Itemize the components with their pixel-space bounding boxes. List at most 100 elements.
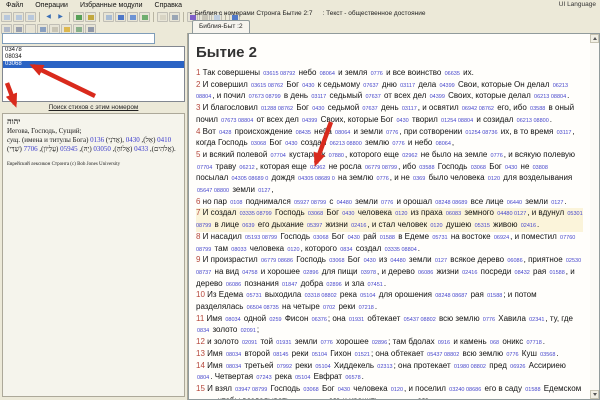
- strong-number-link[interactable]: 01588: [487, 293, 502, 299]
- strong-number-link[interactable]: 06440: [507, 200, 522, 206]
- strong-number-link[interactable]: 07718: [526, 340, 541, 346]
- strong-number-link[interactable]: 05437 08802: [427, 352, 459, 358]
- verse-number[interactable]: 10: [196, 290, 207, 299]
- scroll-up-button[interactable]: [590, 34, 599, 43]
- menu-item-1[interactable]: Операции: [29, 2, 74, 9]
- copy-icon[interactable]: [103, 12, 114, 22]
- strong-number-link[interactable]: 0120: [395, 211, 407, 217]
- strong-number-link[interactable]: 02341: [529, 317, 544, 323]
- page-icon[interactable]: [25, 24, 36, 34]
- bookmarks-icon[interactable]: [85, 24, 96, 34]
- strong-number-link[interactable]: 02896: [372, 340, 387, 346]
- strong-number-link[interactable]: 05193 08799: [245, 235, 277, 241]
- strong-number-link[interactable]: 0430: [505, 165, 517, 171]
- strong-number-link[interactable]: 0430: [312, 106, 324, 112]
- strong-number-link[interactable]: 08248 08689: [435, 200, 467, 206]
- strong-number-link[interactable]: 05927 08799: [294, 200, 326, 206]
- strong-number-link[interactable]: 0776: [506, 352, 518, 358]
- strong-number-link[interactable]: 06926: [510, 364, 525, 370]
- strong-number-link[interactable]: 01931: [276, 340, 291, 346]
- tile-windows-icon[interactable]: [13, 12, 24, 22]
- strong-number-link[interactable]: 0120: [391, 387, 403, 393]
- strong-number-link[interactable]: 03615 08792: [263, 71, 295, 77]
- strong-number-link[interactable]: 08248 08687: [435, 293, 467, 299]
- strong-number-link[interactable]: 06212: [239, 165, 254, 171]
- strong-number-link[interactable]: 0916: [438, 340, 450, 346]
- strong-number-link[interactable]: 01521: [355, 352, 370, 358]
- strong-number-link[interactable]: 03117: [400, 83, 415, 89]
- strong-number-link[interactable]: 06086: [507, 258, 522, 264]
- strong-number-link[interactable]: 05104: [315, 364, 330, 370]
- strong-number-link[interactable]: 03568: [540, 352, 555, 358]
- strong-number-link[interactable]: 01980 08802: [454, 364, 486, 370]
- strong-number-item-08034[interactable]: 08034: [3, 54, 184, 61]
- strong-number-link[interactable]: 01588: [380, 235, 395, 241]
- strong-number-link[interactable]: 08432: [515, 270, 530, 276]
- strong-number-link[interactable]: 07880: [329, 153, 344, 159]
- lexicon-ref-link[interactable]: 05945: [60, 145, 78, 153]
- strong-number-link[interactable]: 068: [490, 340, 499, 346]
- strong-number-link[interactable]: 0776: [371, 71, 383, 77]
- strong-number-link[interactable]: 03808: [533, 165, 548, 171]
- strong-number-link[interactable]: 0127: [551, 200, 563, 206]
- strong-number-link[interactable]: 06504 08735: [247, 305, 279, 311]
- strong-number-link[interactable]: 0834: [340, 247, 352, 253]
- strong-number-link[interactable]: 03335 08799: [240, 211, 272, 217]
- strong-number-link[interactable]: 08145: [273, 352, 288, 358]
- tree-view-icon[interactable]: [73, 24, 84, 34]
- strong-number-item-03068[interactable]: 03068: [3, 61, 184, 68]
- strong-number-link[interactable]: 05315: [475, 223, 490, 229]
- strong-number-link[interactable]: 03117: [557, 130, 572, 136]
- strong-numbers-list[interactable]: 034780803403068: [2, 46, 185, 102]
- menu-item-0[interactable]: Файл: [0, 2, 29, 9]
- strong-number-link[interactable]: 07637: [366, 94, 381, 100]
- strong-number-link[interactable]: 0428: [219, 130, 231, 136]
- strong-number-link[interactable]: 02313: [377, 364, 392, 370]
- strong-number-link[interactable]: 03240 08686: [449, 387, 481, 393]
- vertical-scrollbar[interactable]: [590, 34, 599, 399]
- strong-number-link[interactable]: 05731: [246, 293, 261, 299]
- lexicon-ref-link[interactable]: 7706: [24, 145, 38, 153]
- dictionary-icon[interactable]: [1, 24, 12, 34]
- strong-number-link[interactable]: 05647 08800: [197, 188, 229, 194]
- strong-number-link[interactable]: 0776: [483, 317, 495, 323]
- verse-number[interactable]: 9: [196, 255, 203, 264]
- strong-number-link[interactable]: 0776: [491, 153, 503, 159]
- strong-number-link[interactable]: 03978: [361, 270, 376, 276]
- strong-number-link[interactable]: 04305 08689 0: [232, 176, 269, 182]
- strong-number-link[interactable]: 07673 08799: [249, 94, 281, 100]
- strong-number-link[interactable]: 08435: [296, 130, 311, 136]
- strong-number-input[interactable]: [2, 33, 155, 44]
- strong-number-link[interactable]: 03068: [308, 211, 323, 217]
- strong-number-link[interactable]: 03068: [471, 165, 486, 171]
- verse-number[interactable]: 14: [196, 361, 207, 370]
- print-icon[interactable]: [169, 12, 180, 22]
- strong-number-link[interactable]: 03068: [303, 387, 318, 393]
- strong-number-link[interactable]: 04399: [302, 118, 317, 124]
- cross-reference-icon[interactable]: [37, 24, 48, 34]
- strong-number-link[interactable]: 03117: [311, 94, 326, 100]
- strong-number-link[interactable]: 0430: [342, 211, 354, 217]
- ui-language-button[interactable]: UI Language: [559, 1, 596, 8]
- strong-number-link[interactable]: 04399: [439, 83, 454, 89]
- strong-number-link[interactable]: 06578: [345, 375, 360, 381]
- strong-number-link[interactable]: 07637: [362, 106, 377, 112]
- notes-icon[interactable]: [157, 12, 168, 22]
- strong-number-link[interactable]: 07451: [368, 282, 383, 288]
- strong-number-link[interactable]: 0430: [396, 118, 408, 124]
- strong-number-link[interactable]: 03068: [329, 258, 344, 264]
- strong-number-link[interactable]: 07704: [197, 165, 212, 171]
- strong-number-link[interactable]: 0369: [413, 176, 425, 182]
- strong-number-link[interactable]: 0430: [348, 235, 360, 241]
- prev-chapter-icon[interactable]: [73, 12, 84, 22]
- strong-number-link[interactable]: 08064: [436, 141, 451, 147]
- strong-number-link[interactable]: 07992: [277, 364, 292, 370]
- table-icon[interactable]: [139, 12, 150, 22]
- strong-number-link[interactable]: 01931: [349, 317, 364, 323]
- search-verses-button[interactable]: Поиск стихов с этим номером: [0, 104, 187, 111]
- strong-number-link[interactable]: 02962: [402, 153, 417, 159]
- strong-number-link[interactable]: 0127: [258, 188, 270, 194]
- strong-number-link[interactable]: 08034: [226, 364, 241, 370]
- strong-number-link[interactable]: 0430: [364, 258, 376, 264]
- verse-number[interactable]: 2: [196, 80, 203, 89]
